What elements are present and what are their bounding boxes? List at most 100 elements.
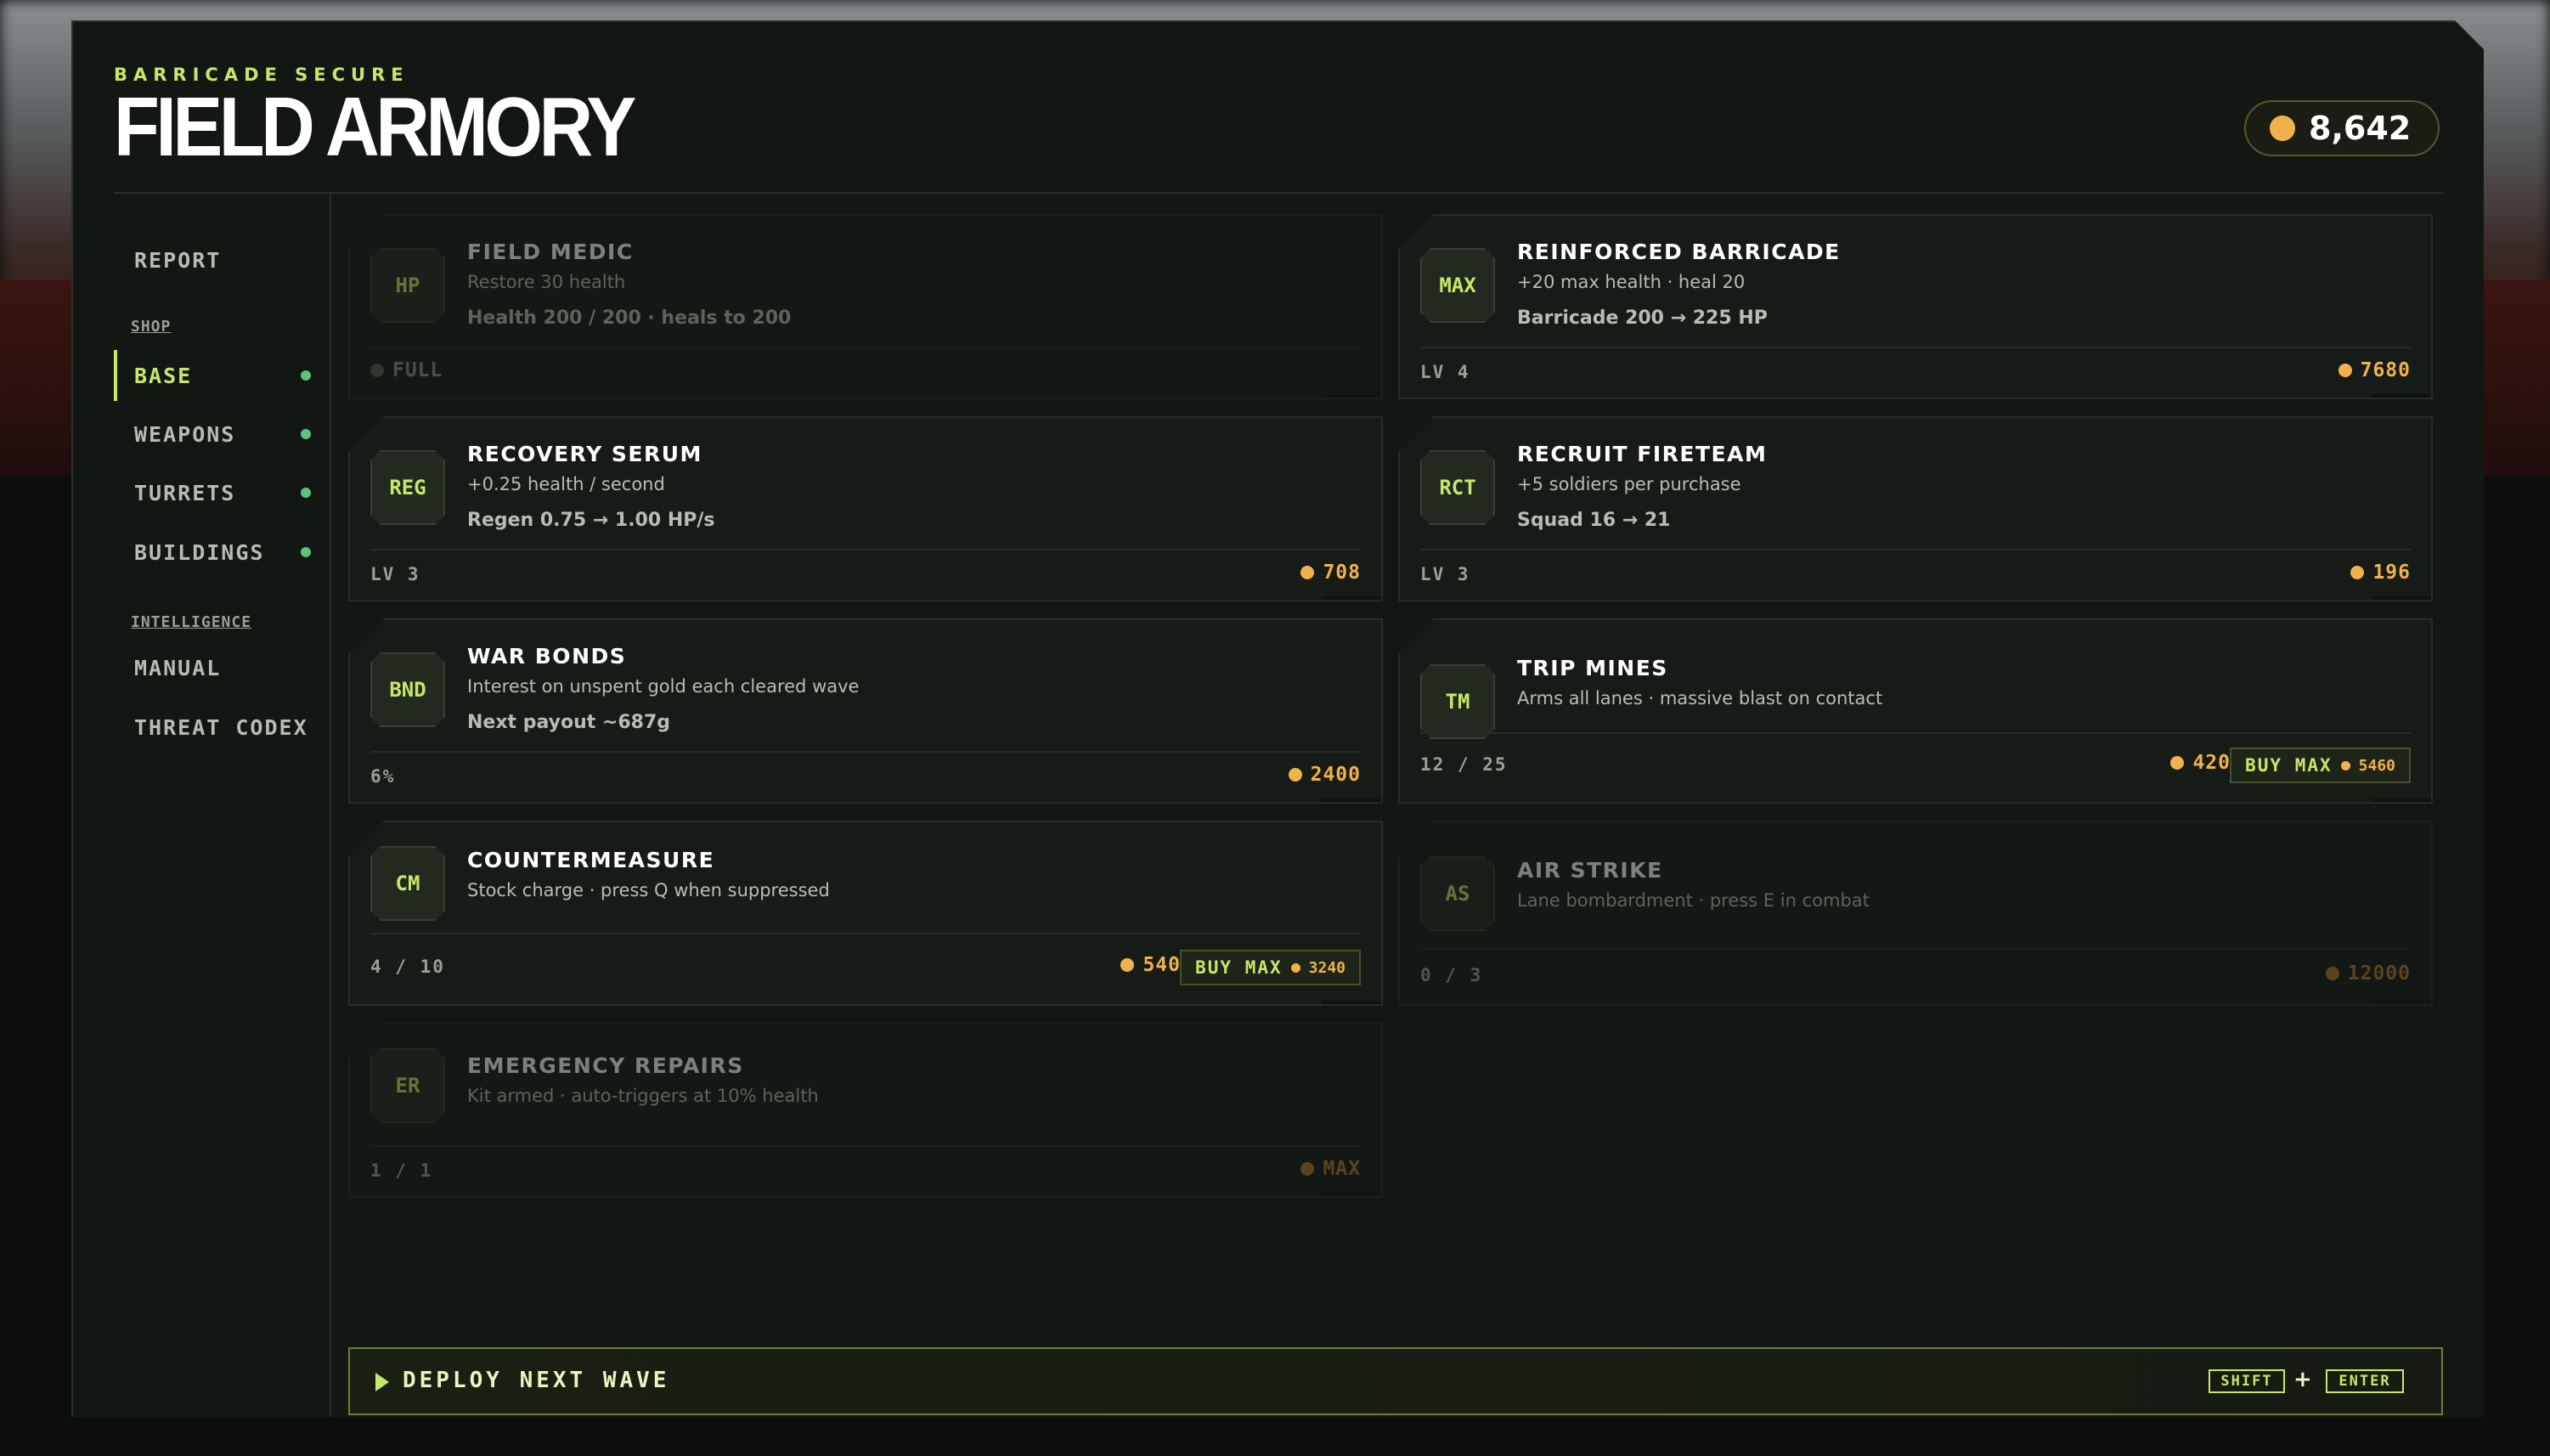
gold-amount: 8,642 [2309,110,2412,147]
upgrade-level: 12 / 25 [1420,754,1508,775]
upgrade-badge: HP [370,248,445,323]
upgrade-card-reinforced-barricade[interactable]: MAX REINFORCED BARRICADE +20 max health … [1398,214,2433,399]
nav-buildings[interactable]: BUILDINGS [114,527,330,578]
upgrade-level: LV 3 [370,564,420,584]
upgrade-price[interactable]: 540 [1120,954,1181,976]
coin-icon [2270,116,2295,141]
price-value: 196 [2372,562,2411,584]
upgrade-card-war-bonds[interactable]: BND WAR BONDS Interest on unspent gold e… [348,618,1383,804]
upgrade-level: LV 3 [1420,564,1470,584]
upgrade-name: FIELD MEDIC [467,240,634,264]
upgrade-card-recruit-fireteam[interactable]: RCT RECRUIT FIRETEAM +5 soldiers per pur… [1398,416,2433,601]
deploy-label: DEPLOY NEXT WAVE [403,1368,670,1393]
nav-section-shop: SHOP [131,318,172,336]
upgrade-price[interactable]: 708 [1300,562,1361,584]
upgrade-description: +20 max health · heal 20 [1517,272,1746,292]
upgrade-name: RECRUIT FIRETEAM [1517,442,1768,466]
card-footer: 6% 2400 [370,751,1361,802]
price-value: 708 [1323,562,1361,584]
upgrade-badge: REG [370,450,445,525]
armory-panel: BARRICADE SECURE FIELD ARMORY 8,642 REPO… [71,20,2484,1417]
upgrade-name: EMERGENCY REPAIRS [467,1053,744,1078]
coin-icon [1300,566,1315,579]
sidebar: REPORT SHOP BASE WEAPONS TURRETS BUILDIN… [114,194,331,1417]
nav-section-intelligence: INTELLIGENCE [131,613,252,631]
shift-key-hint: SHIFT [2209,1369,2285,1393]
full-status: FULL [370,359,443,381]
upgrade-name: RECOVERY SERUM [467,442,702,466]
page-title: FIELD ARMORY [114,80,636,173]
nav-threat-codex[interactable]: THREAT CODEX [114,702,330,753]
nav-report[interactable]: REPORT [114,234,330,285]
coin-icon [2350,566,2365,579]
buy-max-button[interactable]: BUY MAX 3240 [1180,950,1361,985]
upgrade-card-emergency-repairs: ER EMERGENCY REPAIRS Kit armed · auto-tr… [348,1023,1383,1198]
upgrade-price: MAX [1300,1158,1361,1180]
gold-counter: 8,642 [2244,100,2440,156]
coin-icon [1120,958,1135,972]
play-icon [375,1373,389,1391]
coin-icon [2340,760,2350,770]
upgrade-badge: RCT [1420,450,1495,525]
upgrade-stat: Health 200 / 200 · heals to 200 [467,308,792,329]
upgrade-level: 4 / 10 [370,957,445,977]
upgrade-description: Interest on unspent gold each cleared wa… [467,676,860,697]
upgrade-stat: Barricade 200 → 225 HP [1517,308,1768,329]
nav-base[interactable]: BASE [114,350,330,401]
nav-turrets[interactable]: TURRETS [114,467,330,518]
upgrade-badge: TM [1420,664,1495,739]
ready-dot-icon [301,429,311,439]
status-dot-icon [370,364,384,377]
card-footer: 4 / 10 540 BUY MAX 3240 [370,933,1361,1004]
nav-manual[interactable]: MANUAL [114,642,330,693]
card-footer: LV 3 708 [370,549,1361,600]
upgrade-level: FULL [392,359,443,381]
upgrade-card-recovery-serum[interactable]: REG RECOVERY SERUM +0.25 health / second… [348,416,1383,601]
upgrade-description: Lane bombardment · press E in combat [1517,890,1870,911]
upgrade-stat: Regen 0.75 → 1.00 HP/s [467,510,715,531]
upgrade-name: REINFORCED BARRICADE [1517,240,1841,264]
upgrade-card-countermeasure[interactable]: CM COUNTERMEASURE Stock charge · press Q… [348,821,1383,1006]
upgrade-price[interactable]: 420 [2170,752,2231,774]
price-value: 2400 [1310,764,1361,786]
upgrade-name: TRIP MINES [1517,656,1668,680]
buy-max-button[interactable]: BUY MAX 5460 [2230,748,2411,783]
upgrade-name: AIR STRIKE [1517,858,1663,883]
nav-weapons[interactable]: WEAPONS [114,409,330,460]
enter-key-hint: ENTER [2326,1369,2404,1393]
card-footer: FULL [370,347,1361,398]
card-footer: LV 4 7680 [1420,347,2411,398]
upgrade-badge: AS [1420,856,1495,931]
upgrade-badge: CM [370,846,445,921]
upgrade-badge: BND [370,652,445,727]
upgrade-description: Restore 30 health [467,272,626,292]
deploy-next-wave-button[interactable]: DEPLOY NEXT WAVE SHIFT + ENTER [348,1347,2443,1415]
upgrade-description: Arms all lanes · massive blast on contac… [1517,688,1883,708]
buy-max-label: BUY MAX [2245,755,2333,776]
upgrade-card-trip-mines[interactable]: TM TRIP MINES Arms all lanes · massive b… [1398,618,2433,804]
upgrade-card-air-strike: AS AIR STRIKE Lane bombardment · press E… [1398,821,2433,1006]
coin-icon [2170,756,2185,770]
coin-icon [2338,364,2352,377]
buy-max-price: 3240 [1308,958,1346,977]
upgrade-description: +5 soldiers per purchase [1517,474,1741,494]
upgrade-name: WAR BONDS [467,644,627,669]
nav-report-label: REPORT [134,247,222,273]
upgrade-level: 1 / 1 [370,1160,433,1181]
ready-dot-icon [301,370,311,381]
ready-dot-icon [301,547,311,557]
upgrade-stat: Next payout ~687g [467,712,671,733]
price-value: MAX [1323,1158,1361,1180]
nav-codex-label: THREAT CODEX [134,714,308,740]
upgrade-price[interactable]: 2400 [1288,764,1361,786]
upgrade-price: 12000 [2325,962,2411,985]
upgrade-price[interactable]: 196 [2350,562,2411,584]
coin-icon [2325,967,2339,980]
upgrade-name: COUNTERMEASURE [467,848,715,872]
upgrade-badge: ER [370,1048,445,1123]
buy-max-price: 5460 [2358,756,2395,775]
upgrade-description: Kit armed · auto-triggers at 10% health [467,1086,819,1106]
price-value: 12000 [2347,962,2411,985]
nav-turrets-label: TURRETS [134,480,236,505]
upgrade-price[interactable]: 7680 [2338,359,2411,381]
